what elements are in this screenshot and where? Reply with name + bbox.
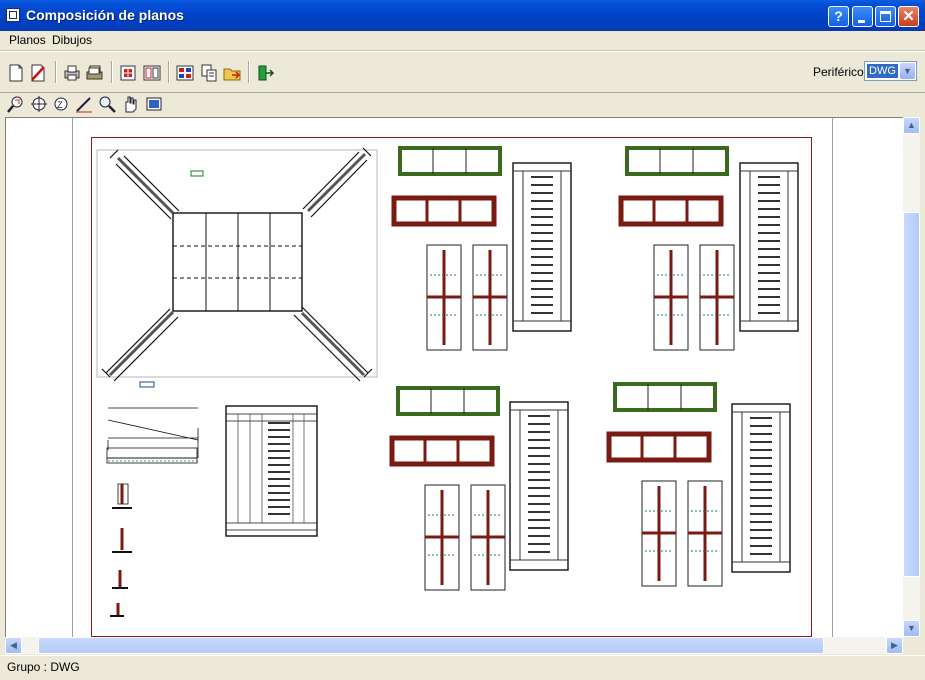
app-icon[interactable] [6,8,20,22]
periferico-value: DWG [867,64,898,78]
maximize-button[interactable] [875,6,896,27]
plan-drawings [96,146,799,617]
chevron-down-icon[interactable]: ▼ [900,63,915,79]
zoom-fit-icon[interactable] [30,95,48,113]
green-beam [398,146,502,176]
beam-divider [640,434,677,460]
layout-icon[interactable] [176,64,194,82]
rebar-table-1-marks [268,422,290,515]
foundation-plan [96,147,378,388]
horizontal-scrollbar[interactable]: ◀ ▶ [5,637,903,654]
delete-icon[interactable] [29,64,47,82]
svg-text:Z: Z [57,100,63,110]
green-beam [396,386,500,416]
zoom-window-icon[interactable] [7,95,25,113]
green-beam [625,146,729,176]
arrange-icon[interactable] [143,64,161,82]
scroll-corner [903,637,920,654]
vertical-scrollbar[interactable]: ▲ ▼ [903,117,920,637]
section-details [106,407,199,617]
menu-dibujos[interactable]: Dibujos [52,33,92,47]
red-beam [389,435,495,467]
window-title: Composición de planos [26,7,184,23]
scroll-right-button[interactable]: ▶ [886,637,903,654]
red-beam [606,431,712,463]
export-icon[interactable] [223,64,241,82]
maximize-icon [880,11,891,22]
beam-divider [647,384,682,410]
green-beam [613,382,717,412]
periferico-label: Periférico [813,65,864,79]
menu-planos[interactable]: Planos [9,33,46,47]
toolbar-separator [111,61,113,83]
view-toolbar: Z [0,92,925,116]
status-bar: Grupo : DWG [0,655,925,680]
minimize-icon [858,20,865,23]
red-beam [391,195,497,227]
horizontal-scroll-thumb[interactable] [38,637,824,654]
zoom-icon[interactable] [98,95,116,113]
zoom-previous-icon[interactable]: Z [52,95,70,113]
print-all-icon[interactable] [86,64,104,82]
rebar-table-1 [225,405,318,537]
insert-drawing-icon[interactable] [119,64,137,82]
beam-divider [425,198,462,224]
vertical-scroll-thumb[interactable] [903,212,920,577]
drawing-canvas[interactable] [5,117,904,638]
toolbar-separator [248,61,250,83]
help-button[interactable]: ? [828,6,849,27]
scroll-left-button[interactable]: ◀ [5,637,22,654]
redraw-icon[interactable] [145,95,163,113]
beam-divider [430,388,465,414]
status-text: Grupo : DWG [7,660,80,674]
menu-bar: Planos Dibujos [0,31,925,51]
copy-icon[interactable] [200,64,218,82]
pan-icon[interactable] [121,95,139,113]
close-icon: ✕ [902,8,915,25]
print-icon[interactable] [63,64,81,82]
beam-divider [423,438,460,464]
minimize-button[interactable] [852,6,873,27]
red-beam [618,195,724,227]
close-button[interactable]: ✕ [898,6,919,27]
toolbar-separator [55,61,57,83]
toolbar-separator [168,61,170,83]
exit-icon[interactable] [256,64,274,82]
title-bar: Composición de planos ? ✕ [0,0,925,31]
scroll-down-button[interactable]: ▼ [903,620,920,637]
beam-divider [652,198,689,224]
main-toolbar [0,51,925,93]
scroll-up-button[interactable]: ▲ [903,117,920,134]
measure-icon[interactable] [75,95,93,113]
beam-divider [432,148,467,174]
periferico-select[interactable]: DWG ▼ [864,61,917,81]
new-document-icon[interactable] [7,64,25,82]
beam-divider [659,148,694,174]
beam-groups [389,146,799,591]
